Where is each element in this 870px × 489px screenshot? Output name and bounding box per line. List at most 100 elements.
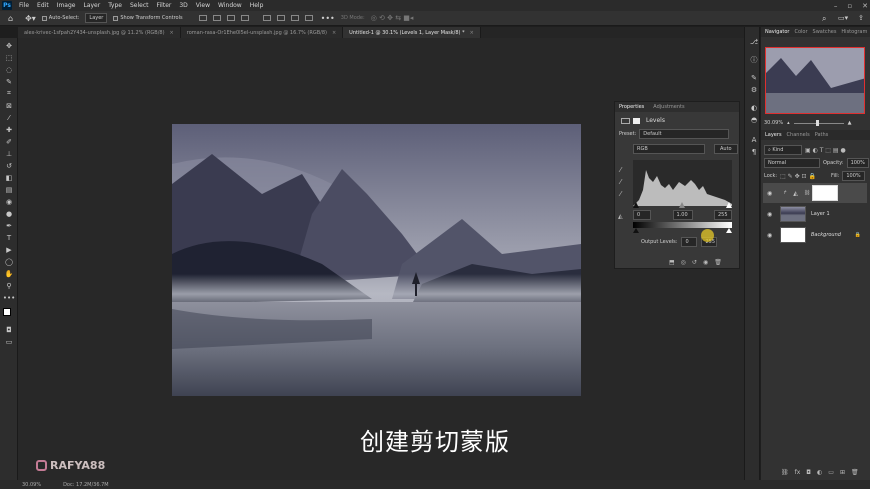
home-icon[interactable]: ⌂ [8, 14, 13, 23]
blend-mode-dropdown[interactable]: Normal [764, 158, 820, 168]
menu-edit[interactable]: Edit [33, 2, 53, 9]
menu-image[interactable]: Image [53, 2, 80, 9]
zoom-slider-thumb[interactable] [815, 119, 819, 126]
visibility-eye-icon[interactable]: ◉ [767, 190, 775, 197]
opacity-field[interactable]: 100% [846, 158, 869, 168]
tab-channels[interactable]: Channels [787, 132, 810, 138]
align-bottom-icon[interactable] [290, 15, 299, 21]
tab-close-icon[interactable]: × [170, 30, 174, 36]
3d-tools-icons[interactable]: ◎ ⟲ ✥ ⇆ ■◂ [371, 14, 414, 22]
more-options-icon[interactable]: ••• [321, 14, 335, 23]
history-panel-icon[interactable]: ⎇ [749, 37, 759, 46]
tab-document-1[interactable]: alex-krivec-1sfpah2Y434-unsplash.jpg @ 1… [18, 27, 181, 38]
delete-icon[interactable]: 🗑 [714, 259, 722, 266]
tab-navigator[interactable]: Navigator [765, 29, 789, 35]
fill-field[interactable]: 100% [842, 171, 865, 181]
menu-layer[interactable]: Layer [79, 2, 104, 9]
black-eyedropper-icon[interactable]: ⁄ [620, 164, 621, 176]
input-sliders[interactable] [633, 202, 732, 208]
align-top-icon[interactable] [262, 15, 271, 21]
tab-document-2[interactable]: roman-rasa-Or1Ehe0I5el-unsplash.jpg @ 16… [180, 27, 344, 38]
frame-tool-icon[interactable]: ⊠ [4, 101, 14, 110]
screen-mode-icon[interactable]: ▭ [4, 337, 14, 346]
layer-row-levels[interactable]: ◉ ↱ ◭ ⛓ [763, 183, 867, 203]
tab-histogram[interactable]: Histogram [841, 29, 867, 35]
foreground-color-swatch[interactable] [3, 308, 11, 316]
move-tool-icon[interactable]: ✥▾ [25, 14, 36, 23]
align-vertical-icons[interactable] [261, 15, 315, 21]
quick-select-tool-icon[interactable]: ✎ [4, 77, 14, 86]
channel-dropdown[interactable]: RGB [633, 144, 705, 154]
history-brush-icon[interactable]: ↺ [4, 161, 14, 170]
search-icon[interactable]: ⌕ [822, 14, 826, 24]
minimize-icon[interactable]: – [834, 2, 838, 10]
hand-tool-icon[interactable]: ✋ [4, 269, 14, 278]
maximize-icon[interactable]: ▫ [847, 2, 852, 10]
menu-help[interactable]: Help [246, 2, 268, 9]
visibility-eye-icon[interactable]: ◉ [767, 211, 775, 218]
layer-filter-dropdown[interactable]: ⌕ Kind [764, 145, 802, 155]
auto-select-dropdown[interactable]: Layer [85, 13, 108, 23]
output-sliders[interactable] [633, 228, 732, 233]
new-layer-icon[interactable]: ⊞ [840, 469, 845, 476]
menu-view[interactable]: View [192, 2, 214, 9]
link-layers-icon[interactable]: ⛓ [781, 469, 789, 476]
zoom-slider[interactable] [793, 119, 844, 126]
menu-type[interactable]: Type [104, 2, 126, 9]
distribute-icon[interactable] [240, 15, 249, 21]
quick-mask-icon[interactable]: ◘ [4, 325, 14, 334]
visibility-icon[interactable]: ◉ [703, 259, 708, 266]
close-icon[interactable]: ✕ [862, 2, 868, 10]
lasso-tool-icon[interactable]: ◌ [4, 65, 14, 74]
move-tool-icon[interactable]: ✥ [4, 41, 14, 50]
dodge-tool-icon[interactable]: ● [4, 209, 14, 218]
visibility-eye-icon[interactable]: ◉ [767, 232, 775, 239]
distribute-vertical-icon[interactable] [304, 15, 313, 21]
clone-stamp-icon[interactable]: ⊥ [4, 149, 14, 158]
zoom-in-icon[interactable]: ▲ [848, 120, 852, 126]
gradient-tool-icon[interactable]: ▤ [4, 185, 14, 194]
menu-window[interactable]: Window [214, 2, 246, 9]
clip-to-layer-icon[interactable]: ⬒ [669, 259, 675, 266]
align-center-icon[interactable] [212, 15, 221, 21]
path-select-icon[interactable]: ▶ [4, 245, 14, 254]
input-gamma-field[interactable]: 1.00 [672, 210, 693, 220]
info-panel-icon[interactable]: ⓘ [749, 55, 759, 64]
menu-filter[interactable]: Filter [153, 2, 176, 9]
brush-tool-icon[interactable]: ✐ [4, 137, 14, 146]
white-eyedropper-icon[interactable]: ⁄ [620, 188, 621, 200]
auto-button[interactable]: Auto [714, 144, 738, 154]
eraser-tool-icon[interactable]: ◧ [4, 173, 14, 182]
view-previous-icon[interactable]: ◎ [681, 259, 686, 266]
layer-row-background[interactable]: ◉ Background 🔒 [763, 225, 867, 245]
layer-mask-thumbnail[interactable] [812, 185, 839, 201]
filter-icons[interactable]: ▣ ◐ T ⬚ ▤ ● [805, 147, 846, 154]
tab-swatches[interactable]: Swatches [813, 29, 837, 35]
layer-style-icon[interactable]: fx [795, 469, 801, 476]
tab-properties[interactable]: Properties [619, 104, 644, 110]
tab-close-icon[interactable]: × [470, 30, 474, 36]
tab-paths[interactable]: Paths [815, 132, 829, 138]
show-transform-checkbox[interactable] [113, 15, 119, 21]
marquee-tool-icon[interactable]: ⬚ [4, 53, 14, 62]
menu-3d[interactable]: 3D [175, 2, 191, 9]
zoom-out-icon[interactable]: ▴ [787, 120, 790, 126]
status-doc-size[interactable]: Doc: 17.2M/36.7M [63, 482, 109, 488]
crop-tool-icon[interactable]: ⌗ [4, 89, 14, 98]
menu-file[interactable]: File [15, 2, 33, 9]
navigator-preview[interactable] [765, 47, 865, 114]
share-icon[interactable]: ⇪ [858, 14, 864, 22]
output-black-field[interactable]: 0 [681, 237, 698, 247]
styles-panel-icon[interactable]: ◓ [749, 115, 759, 124]
tab-adjustments[interactable]: Adjustments [653, 104, 684, 110]
layer-row-layer1[interactable]: ◉ Layer 1 [763, 204, 867, 224]
align-middle-icon[interactable] [276, 15, 285, 21]
new-adjustment-icon[interactable]: ◐ [817, 469, 822, 476]
brush-settings-icon[interactable]: ⚙ [749, 85, 759, 94]
align-left-icon[interactable] [198, 15, 207, 21]
input-black-field[interactable]: 0 [633, 210, 651, 220]
gray-eyedropper-icon[interactable]: ⁄ [620, 176, 621, 188]
tab-close-icon[interactable]: × [332, 30, 336, 36]
auto-select-checkbox[interactable] [41, 15, 47, 21]
workspace-icon[interactable]: ▭▾ [838, 14, 848, 22]
